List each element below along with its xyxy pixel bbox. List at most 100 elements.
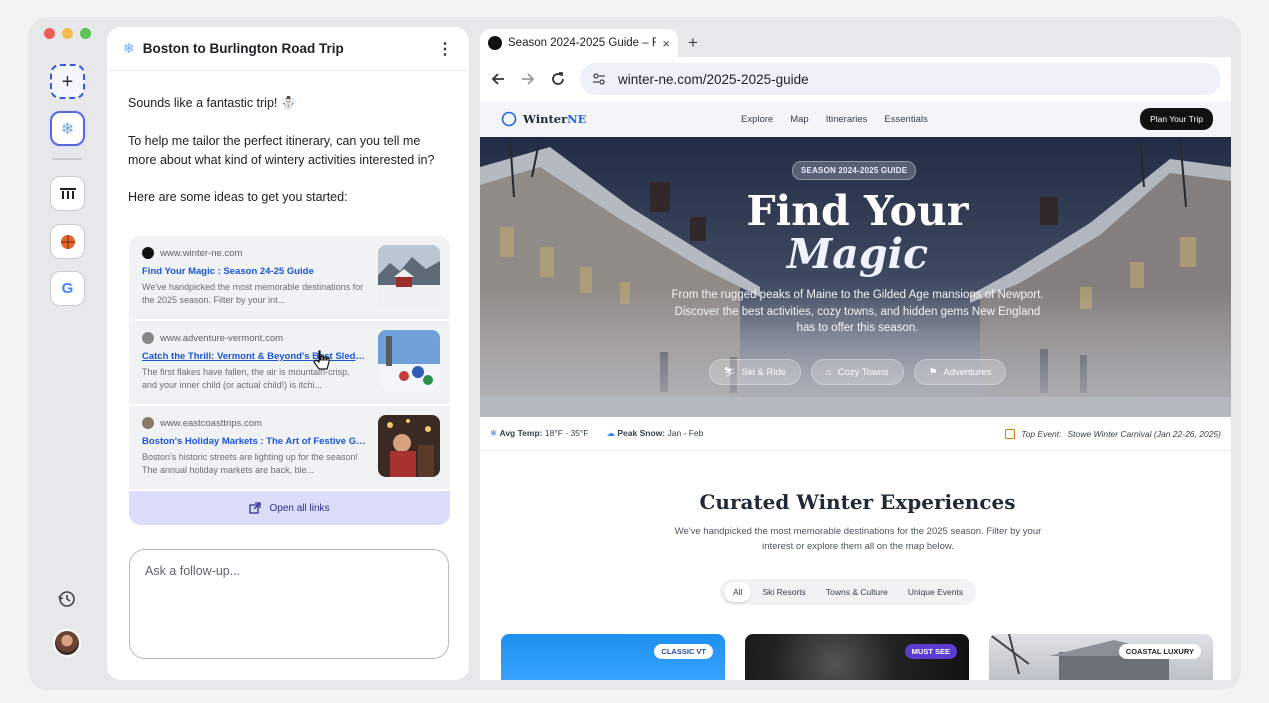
- result-item[interactable]: www.winter-ne.com Find Your Magic : Seas…: [129, 236, 450, 321]
- close-tab-icon[interactable]: ×: [662, 36, 670, 51]
- hero-section: SEASON 2024-2025 GUIDE Find Your Magic F…: [480, 137, 1231, 417]
- filter-ski-resorts[interactable]: Ski Resorts: [753, 582, 814, 602]
- card-tag: COASTAL LUXURY: [1118, 644, 1201, 659]
- browser-window: Season 2024-2025 Guide – Find Your Magic…: [480, 27, 1231, 680]
- site-favicon: [142, 417, 154, 429]
- nav-map[interactable]: Map: [790, 114, 808, 125]
- site-favicon: [142, 332, 154, 344]
- browser-tab-active[interactable]: Season 2024-2025 Guide – Find Your Magic…: [480, 29, 678, 57]
- result-title[interactable]: Catch the Thrill: Vermont & Beyond's Bes…: [142, 351, 367, 362]
- google-app-button[interactable]: G: [50, 271, 85, 306]
- logo-text: Winter: [523, 112, 568, 126]
- peak-snow: ☁ Peak Snow: Jan - Feb: [607, 428, 704, 439]
- tab-title: Season 2024-2025 Guide – Find Your Magic: [508, 37, 657, 49]
- chip-ski-ride[interactable]: ⛷ Ski & Ride: [708, 359, 802, 385]
- chip-label: Cozy Towns: [837, 366, 889, 378]
- ski-icon: ⛷: [723, 366, 736, 378]
- event-value: Stowe Winter Carnival (Jan 22-26, 2025): [1067, 428, 1221, 439]
- nav-itineraries[interactable]: Itineraries: [826, 114, 868, 125]
- house-icon: ⌂: [826, 366, 832, 378]
- new-tab-button[interactable]: +: [678, 29, 708, 57]
- search-results-card: www.winter-ne.com Find Your Magic : Seas…: [129, 236, 450, 525]
- card-tag: CLASSIC VT: [654, 644, 713, 659]
- hiker-icon: ⚑: [928, 366, 938, 378]
- site-logo[interactable]: WinterNE: [501, 111, 741, 127]
- chip-adventures[interactable]: ⚑ Adventures: [913, 359, 1007, 385]
- result-title[interactable]: Find Your Magic : Season 24-25 Guide: [142, 266, 367, 277]
- experience-card[interactable]: CLASSIC VT: [501, 634, 725, 680]
- event-label: Top Event:: [1021, 428, 1062, 439]
- hero-headline-accent: Magic: [786, 230, 929, 278]
- snowflake-icon: ❄: [123, 40, 135, 56]
- forward-icon[interactable]: [520, 71, 536, 87]
- address-bar[interactable]: winter-ne.com/2025-2025-guide: [580, 63, 1221, 95]
- result-url: www.adventure-vermont.com: [160, 332, 284, 344]
- followup-placeholder: Ask a follow-up...: [145, 564, 241, 578]
- section-title: Curated Winter Experiences: [699, 490, 1016, 514]
- chip-label: Ski & Ride: [741, 366, 787, 378]
- site-navbar: WinterNE Explore Map Itineraries Essenti…: [480, 101, 1231, 137]
- plus-icon: +: [688, 33, 698, 52]
- nav-explore[interactable]: Explore: [741, 114, 773, 125]
- more-options-icon[interactable]: ⋮: [437, 39, 453, 59]
- browser-toolbar: winter-ne.com/2025-2025-guide: [480, 57, 1231, 101]
- building-app-button[interactable]: [50, 176, 85, 211]
- result-url: www.winter-ne.com: [160, 247, 243, 259]
- web-page: WinterNE Explore Map Itineraries Essenti…: [480, 101, 1231, 680]
- card-tag: MUST SEE: [904, 644, 957, 659]
- filter-unique-events[interactable]: Unique Events: [899, 582, 972, 602]
- site-favicon: [142, 247, 154, 259]
- nav-essentials[interactable]: Essentials: [884, 114, 927, 125]
- site-settings-icon[interactable]: [592, 72, 606, 86]
- open-all-links-button[interactable]: Open all links: [129, 491, 450, 525]
- chat-panel: ❄ Boston to Burlington Road Trip ⋮ Sound…: [107, 27, 469, 680]
- result-snippet: Boston's historic streets are lighting u…: [142, 452, 358, 475]
- filter-tabs: All Ski Resorts Towns & Culture Unique E…: [720, 579, 977, 605]
- open-external-icon: [249, 502, 262, 514]
- result-title[interactable]: Boston's Holiday Markets : The Art of Fe…: [142, 436, 367, 447]
- basketball-icon: [60, 234, 75, 249]
- temp-label: Avg Temp:: [499, 428, 543, 438]
- filter-towns-culture[interactable]: Towns & Culture: [817, 582, 897, 602]
- experience-card[interactable]: COASTAL LUXURY: [989, 634, 1213, 680]
- result-thumbnail: [378, 330, 440, 392]
- hero-description: From the rugged peaks of Maine to the Gi…: [671, 289, 1044, 334]
- chip-label: Adventures: [943, 366, 992, 378]
- result-thumbnail: [378, 415, 440, 477]
- rail-divider: [52, 158, 82, 160]
- snow-label: Peak Snow:: [617, 428, 666, 438]
- assistant-message-3: Here are some ideas to get you started:: [128, 190, 348, 204]
- minimize-window-button[interactable]: [62, 28, 73, 39]
- close-window-button[interactable]: [44, 28, 55, 39]
- result-snippet: The first flakes have fallen, the air is…: [142, 367, 350, 390]
- assistant-message-2: To help me tailor the perfect itinerary,…: [128, 134, 435, 167]
- season-badge: SEASON 2024-2025 GUIDE: [792, 161, 917, 180]
- snowflake-icon: ❄: [490, 428, 498, 438]
- avatar[interactable]: [53, 629, 81, 657]
- plan-trip-button[interactable]: Plan Your Trip: [1140, 108, 1213, 130]
- snowflake-icon: ❄: [60, 120, 75, 138]
- filter-all[interactable]: All: [724, 582, 752, 602]
- followup-input[interactable]: Ask a follow-up...: [129, 549, 449, 659]
- new-chat-button[interactable]: +: [50, 64, 85, 99]
- columns-icon: [59, 187, 76, 199]
- hero-headline: Find Your: [746, 187, 969, 235]
- result-site: www.eastcoasttrips.com: [142, 417, 262, 429]
- maximize-window-button[interactable]: [80, 28, 91, 39]
- temp-value: 18°F - 35°F: [544, 428, 589, 438]
- logo-text-accent: NE: [567, 112, 587, 126]
- history-button[interactable]: [57, 589, 77, 614]
- result-item[interactable]: www.eastcoasttrips.com Boston's Holiday …: [129, 406, 450, 491]
- result-item[interactable]: www.adventure-vermont.com Catch the Thri…: [129, 321, 450, 406]
- hero-chips: ⛷ Ski & Ride ⌂ Cozy Towns ⚑ Adventures: [480, 359, 1231, 385]
- conditions-bar: ❄ Avg Temp: 18°F - 35°F ☁ Peak Snow: Jan…: [480, 417, 1231, 451]
- basketball-app-button[interactable]: [50, 224, 85, 259]
- back-icon[interactable]: [490, 71, 506, 87]
- section-subtitle: We've handpicked the most memorable dest…: [674, 526, 1042, 552]
- url-text: winter-ne.com/2025-2025-guide: [618, 71, 809, 87]
- reload-icon[interactable]: [550, 71, 566, 87]
- experience-card[interactable]: MUST SEE: [745, 634, 969, 680]
- calendar-icon: [1005, 428, 1016, 439]
- chip-cozy-towns[interactable]: ⌂ Cozy Towns: [811, 359, 904, 385]
- snowflake-chat-button[interactable]: ❄: [50, 111, 85, 146]
